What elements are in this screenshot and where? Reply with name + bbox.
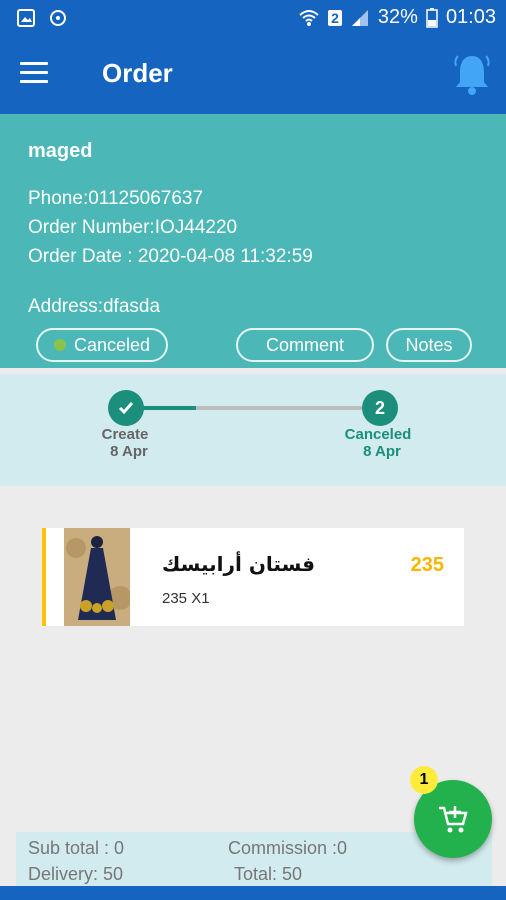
address: Address:dfasda: [28, 296, 161, 317]
sub-total: Sub total : 0: [28, 838, 125, 858]
list-item[interactable]: فستان أرابيسك 235 X1 235: [42, 528, 464, 626]
comment-button[interactable]: Comment: [236, 328, 374, 362]
step-canceled-date: 8 Apr: [363, 443, 401, 460]
media-notification-icon: [50, 10, 66, 26]
cart-count-badge: 1: [410, 766, 438, 794]
status-left-icons: [16, 8, 68, 28]
wifi-icon: [299, 9, 319, 26]
hamburger-menu-icon[interactable]: [20, 62, 48, 84]
comment-label: Comment: [265, 334, 345, 355]
gallery-notification-icon: [17, 9, 35, 27]
status-badge[interactable]: Canceled: [36, 328, 168, 362]
step-create-circle: [108, 390, 144, 426]
battery-percent: 32%: [377, 6, 418, 28]
customer-name: maged: [28, 140, 93, 162]
battery-icon: [426, 7, 438, 28]
delivery: Delivery: 50: [28, 864, 124, 884]
page-title: Order: [102, 58, 173, 88]
product-name: فستان أرابيسك: [162, 552, 316, 576]
step-canceled-circle: 2: [362, 390, 398, 426]
order-progress: Create 8 Apr 2 Canceled 8 Apr: [0, 374, 506, 486]
sim-indicator: 2: [328, 9, 342, 26]
product-qty: 235 X1: [162, 590, 210, 607]
step-create-label: Create: [101, 426, 149, 443]
check-icon: [118, 402, 134, 415]
order-number: Order Number:IOJ44220: [28, 217, 238, 238]
step-create-date: 8 Apr: [110, 443, 148, 460]
app-bar: Order: [0, 36, 506, 114]
status-dot-icon: [53, 339, 66, 351]
product-image: [64, 528, 130, 626]
phone-number: Phone:01125067637: [28, 188, 204, 209]
notes-label: Notes: [405, 334, 453, 355]
status-right: 2 32% 01:03: [298, 6, 496, 29]
signal-icon: [351, 9, 368, 26]
product-price: 235: [410, 554, 444, 576]
order-date: Order Date : 2020-04-08 11:32:59: [28, 246, 313, 267]
notes-button[interactable]: Notes: [386, 328, 472, 362]
step-canceled-label: Canceled: [344, 426, 412, 443]
bottom-bar: [0, 886, 506, 900]
clock: 01:03: [445, 6, 496, 28]
status-label: Canceled: [73, 334, 151, 355]
status-bar: 2 32% 01:03: [0, 0, 506, 36]
order-header: maged Phone:01125067637 Order Number:IOJ…: [0, 114, 506, 368]
commission: Commission :0: [228, 838, 348, 858]
bell-icon[interactable]: [452, 52, 492, 96]
cart-add-icon: [439, 806, 468, 833]
total: Total: 50: [234, 864, 303, 884]
